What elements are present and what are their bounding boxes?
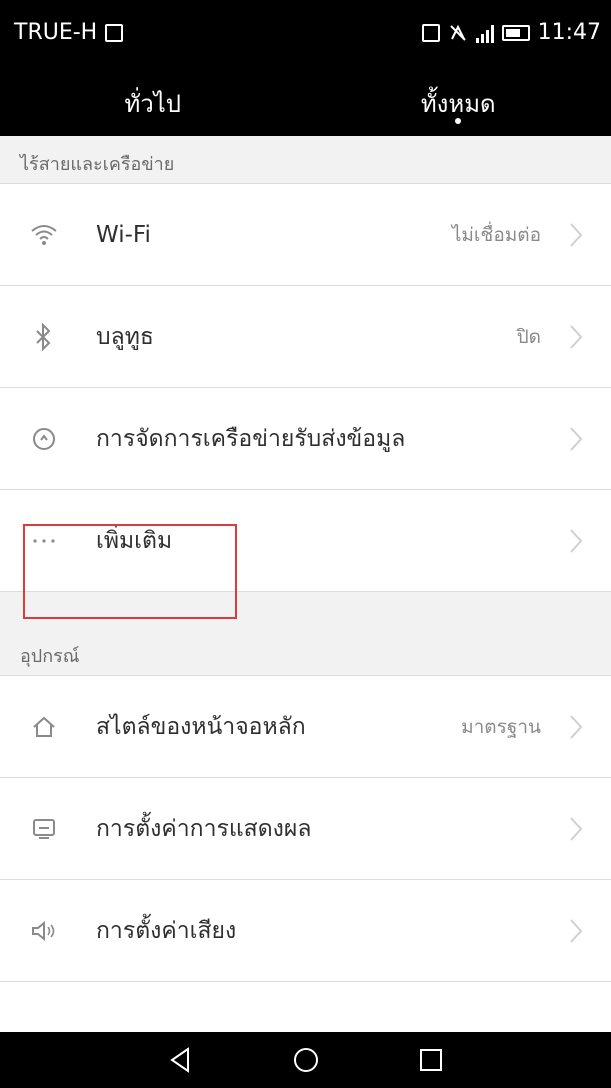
recents-icon [419,1049,442,1071]
display-icon [29,814,59,844]
chevron-right-icon [570,528,583,553]
carrier-name: TRUE-H [14,20,98,45]
row-label: การตั้งค่าเสียง [96,917,237,944]
settings-screen: TRUE-H 11:47 ทั่วไป ทั้งหมด ไร้สายและเคร… [0,0,611,1088]
settings-row-sound[interactable]: การตั้งค่าเสียง [0,880,611,982]
signal-icon [475,23,494,43]
settings-row-wifi[interactable]: Wi-Fi ไม่เชื่อมต่อ [0,184,611,286]
row-value: ไม่เชื่อมต่อ [451,223,541,246]
sim-icon [421,23,440,42]
chevron-right-icon [570,816,583,841]
tabs-header: ทั่วไป ทั้งหมด [0,70,611,136]
no-notification-icon [449,24,466,41]
row-label: สไตล์ของหน้าจอหลัก [96,713,306,740]
home-icon [29,712,59,742]
settings-row-home-style[interactable]: สไตล์ของหน้าจอหลัก มาตรฐาน [0,676,611,778]
section-header-device: อุปกรณ์ [0,628,611,676]
chevron-right-icon [570,222,583,247]
data-usage-icon [29,424,59,454]
tab-general[interactable]: ทั่วไป [0,70,306,136]
row-label: Wi-Fi [96,221,151,248]
chevron-right-icon [570,426,583,451]
row-value: ปิด [516,325,541,348]
section-title: ไร้สายและเครือข่าย [20,154,175,175]
section-header-wireless: ไร้สายและเครือข่าย [0,136,611,184]
row-value: มาตรฐาน [461,715,541,738]
status-time: 11:47 [537,20,601,45]
row-label: เพิ่มเติม [96,527,173,554]
tab-label: ทั่วไป [124,90,182,118]
settings-row-data-usage[interactable]: การจัดการเครือข่ายรับส่งข้อมูล [0,388,611,490]
status-bar: TRUE-H 11:47 [0,0,611,70]
more-icon [29,526,59,556]
settings-row-partial[interactable] [0,982,611,1032]
recents-button[interactable] [411,1040,451,1080]
back-icon [169,1047,189,1073]
bluetooth-icon [29,322,59,352]
navigation-bar [0,1032,611,1088]
chevron-right-icon [570,918,583,943]
home-circle-icon [293,1048,318,1072]
row-label: การตั้งค่าการแสดงผล [96,815,312,842]
settings-row-more[interactable]: เพิ่มเติม [0,490,611,592]
back-button[interactable] [161,1040,201,1080]
home-button[interactable] [286,1040,326,1080]
wifi-icon [29,220,59,250]
chevron-right-icon [570,324,583,349]
settings-row-display[interactable]: การตั้งค่าการแสดงผล [0,778,611,880]
notification-icon [105,23,124,42]
sound-icon [29,916,59,946]
settings-row-bluetooth[interactable]: บลูทูธ ปิด [0,286,611,388]
row-label: บลูทูธ [96,323,154,350]
tab-all[interactable]: ทั้งหมด [306,70,611,136]
battery-icon [501,24,530,41]
tab-label: ทั้งหมด [420,90,496,118]
row-label: การจัดการเครือข่ายรับส่งข้อมูล [96,425,406,452]
chevron-right-icon [570,714,583,739]
section-title: อุปกรณ์ [20,646,80,667]
